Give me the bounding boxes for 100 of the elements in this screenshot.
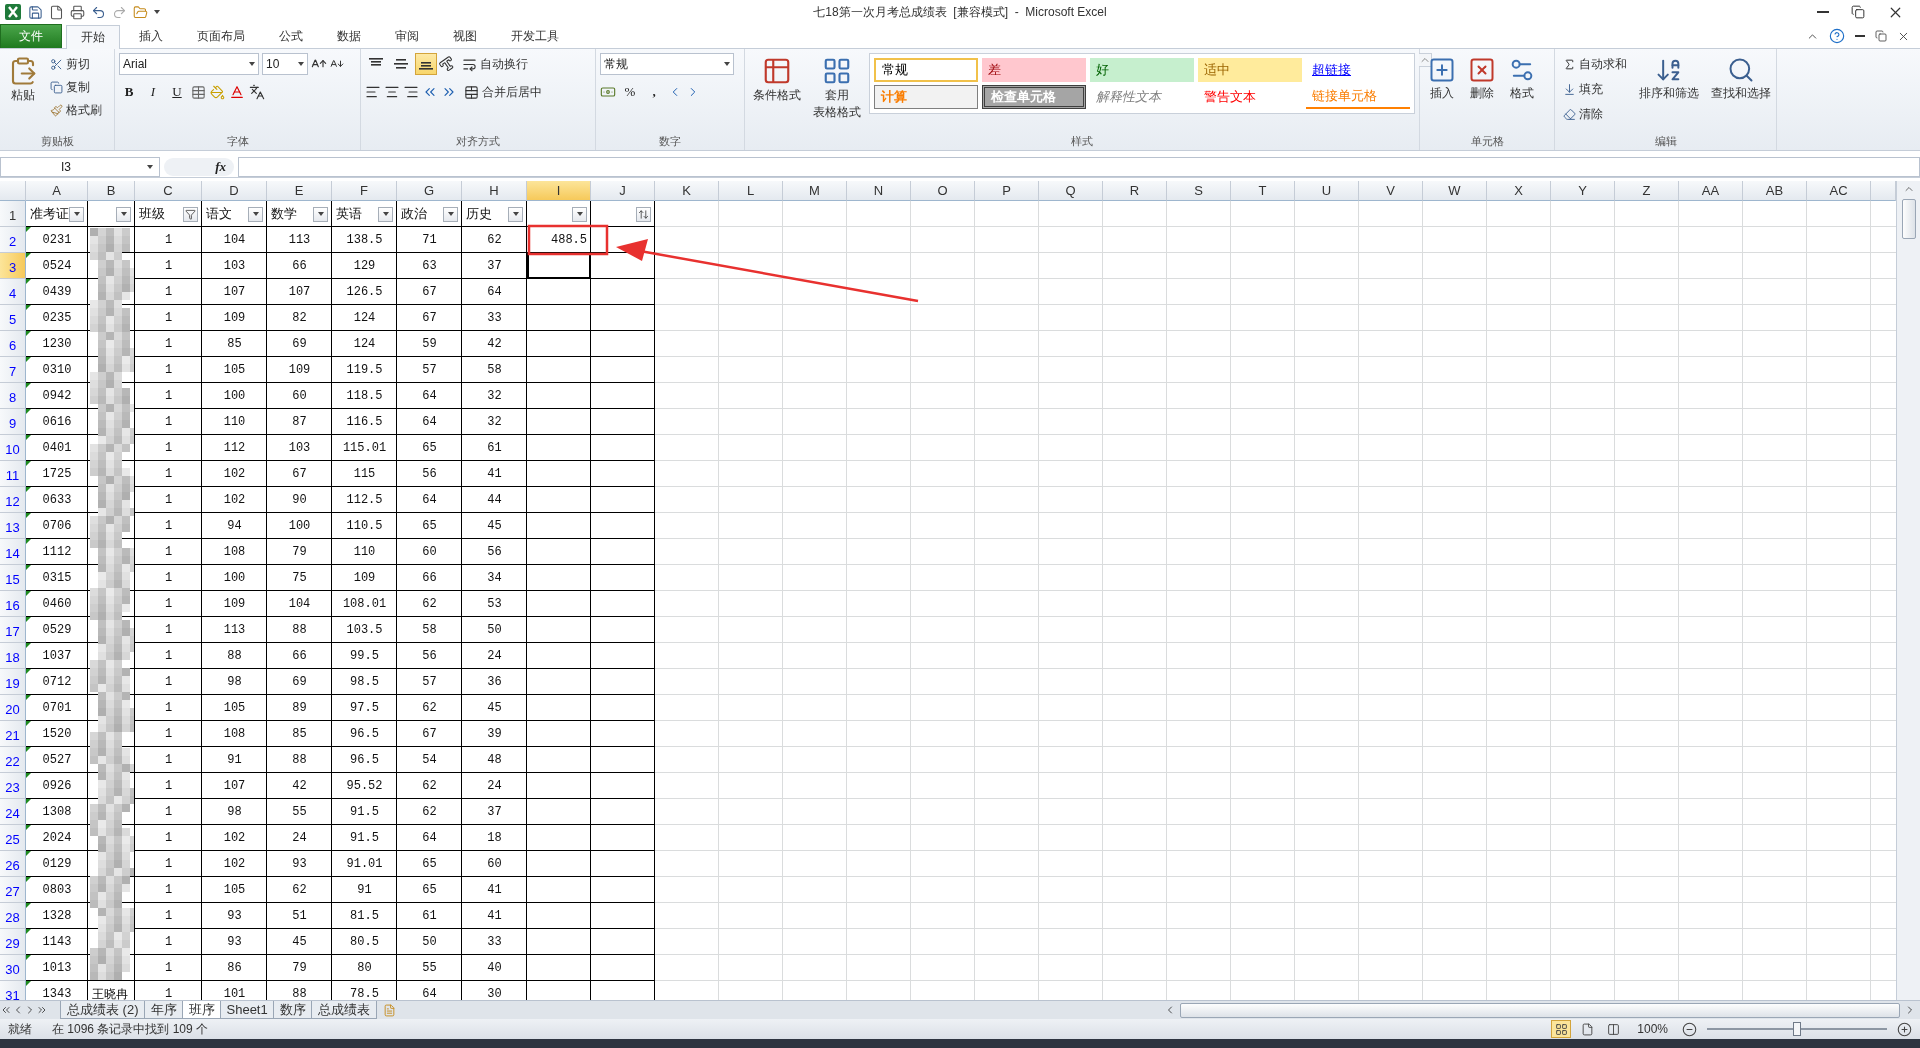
print-preview-button[interactable] <box>70 4 85 20</box>
row-header[interactable]: 25 <box>0 825 26 851</box>
ribbon-tab[interactable]: 数据 <box>322 24 376 48</box>
column-header[interactable]: K <box>655 181 719 201</box>
row-header[interactable]: 4 <box>0 279 26 305</box>
insert-cells-button[interactable]: 插入 <box>1424 53 1460 104</box>
row-header[interactable]: 31 <box>0 981 26 1000</box>
find-select-button[interactable]: 查找和选择 <box>1707 53 1775 104</box>
column-header[interactable]: V <box>1359 181 1423 201</box>
filter-button[interactable] <box>69 206 84 222</box>
column-header[interactable]: C <box>135 181 202 201</box>
view-button[interactable] <box>1551 1020 1572 1038</box>
column-header[interactable]: L <box>719 181 783 201</box>
undo-button[interactable] <box>91 4 106 20</box>
sheet-tab[interactable]: 总成绩表 <box>310 1001 377 1019</box>
row-header[interactable]: 17 <box>0 617 26 643</box>
percent-button[interactable]: % <box>620 81 640 103</box>
row-header[interactable]: 5 <box>0 305 26 331</box>
sheet-tab[interactable]: 数序 <box>272 1001 313 1019</box>
column-header[interactable]: S <box>1167 181 1231 201</box>
name-box[interactable]: I3 <box>0 156 160 177</box>
row-header[interactable]: 29 <box>0 929 26 955</box>
filter-button[interactable] <box>116 206 131 222</box>
last-sheet-button[interactable] <box>36 1004 48 1016</box>
row-header[interactable]: 8 <box>0 383 26 409</box>
fill-color-button[interactable] <box>210 84 225 100</box>
row-header[interactable]: 26 <box>0 851 26 877</box>
column-header[interactable]: H <box>462 181 527 201</box>
align-center-button[interactable] <box>384 84 400 100</box>
underline-button[interactable]: U <box>167 81 187 103</box>
column-header[interactable]: F <box>332 181 397 201</box>
font-size-field[interactable]: 10 <box>262 53 308 75</box>
new-file-button[interactable] <box>49 4 64 20</box>
column-header[interactable]: Q <box>1039 181 1103 201</box>
row-header[interactable]: 10 <box>0 435 26 461</box>
row-header[interactable]: 22 <box>0 747 26 773</box>
filter-button[interactable] <box>572 206 587 222</box>
ribbon-tab[interactable]: 开始 <box>66 25 120 49</box>
sort-filter-button[interactable]: 排序和筛选 <box>1635 53 1703 104</box>
ribbon-tab[interactable]: 插入 <box>124 24 178 48</box>
column-header[interactable]: R <box>1103 181 1167 201</box>
cell-style-option[interactable]: 差 <box>982 58 1086 82</box>
ribbon-tab[interactable]: 视图 <box>438 24 492 48</box>
column-header[interactable]: W <box>1423 181 1487 201</box>
row-header[interactable]: 7 <box>0 357 26 383</box>
format-painter-button[interactable]: 格式刷 <box>46 99 106 121</box>
restore-button[interactable] <box>1851 5 1865 19</box>
column-header[interactable]: G <box>397 181 462 201</box>
zoom-in-button[interactable] <box>1897 1021 1912 1037</box>
filter-button[interactable] <box>508 206 523 222</box>
restore-workbook-button[interactable] <box>1875 30 1887 42</box>
comma-button[interactable]: , <box>644 81 664 103</box>
delete-cells-button[interactable]: 删除 <box>1464 53 1500 104</box>
filter-button[interactable] <box>443 206 458 222</box>
column-header[interactable]: T <box>1231 181 1295 201</box>
filter-button[interactable] <box>183 206 198 222</box>
column-header[interactable]: O <box>911 181 975 201</box>
phonetic-button[interactable] <box>249 84 265 100</box>
ribbon-tab[interactable]: 公式 <box>264 24 318 48</box>
row-header[interactable]: 19 <box>0 669 26 695</box>
filter-button[interactable] <box>378 206 393 222</box>
row-header[interactable]: 16 <box>0 591 26 617</box>
row-header[interactable]: 2 <box>0 227 26 253</box>
sheet-tab[interactable]: 年序 <box>143 1001 184 1019</box>
copy-button[interactable]: 复制 <box>46 76 106 98</box>
filter-button[interactable] <box>313 206 328 222</box>
cell-style-option[interactable]: 常规 <box>874 58 978 82</box>
row-header[interactable]: 23 <box>0 773 26 799</box>
align-left-button[interactable] <box>365 84 381 100</box>
row-header[interactable]: 14 <box>0 539 26 565</box>
first-sheet-button[interactable] <box>0 1004 12 1016</box>
font-name-field[interactable]: Arial <box>119 53 259 75</box>
column-header[interactable]: I <box>527 181 591 201</box>
file-tab[interactable]: 文件 <box>0 24 62 48</box>
row-header[interactable]: 24 <box>0 799 26 825</box>
filter-button[interactable] <box>248 206 263 222</box>
column-header[interactable]: U <box>1295 181 1359 201</box>
clear-button[interactable]: 清除 <box>1559 103 1631 125</box>
scroll-thumb[interactable] <box>1180 1002 1900 1018</box>
paste-button[interactable]: 粘贴 <box>4 53 42 106</box>
vertical-align-button[interactable] <box>415 53 437 75</box>
column-header[interactable]: B <box>88 181 135 201</box>
row-header[interactable]: 15 <box>0 565 26 591</box>
conditional-format-button[interactable]: 条件格式 <box>749 53 805 106</box>
column-header[interactable]: AC <box>1807 181 1871 201</box>
row-header[interactable]: 13 <box>0 513 26 539</box>
row-header[interactable]: 6 <box>0 331 26 357</box>
column-header[interactable]: Z <box>1615 181 1679 201</box>
formula-input[interactable] <box>238 156 1920 177</box>
column-header[interactable]: M <box>783 181 847 201</box>
column-header[interactable]: N <box>847 181 911 201</box>
row-header[interactable]: 3 <box>0 253 26 279</box>
cell-style-option[interactable]: 好 <box>1090 58 1194 82</box>
column-header[interactable]: X <box>1487 181 1551 201</box>
column-header[interactable]: A <box>26 181 88 201</box>
save-button[interactable] <box>28 4 43 20</box>
row-header[interactable]: 27 <box>0 877 26 903</box>
merge-center-button[interactable]: 合并后居中 <box>460 81 546 103</box>
row-header[interactable]: 20 <box>0 695 26 721</box>
row-header[interactable]: 11 <box>0 461 26 487</box>
